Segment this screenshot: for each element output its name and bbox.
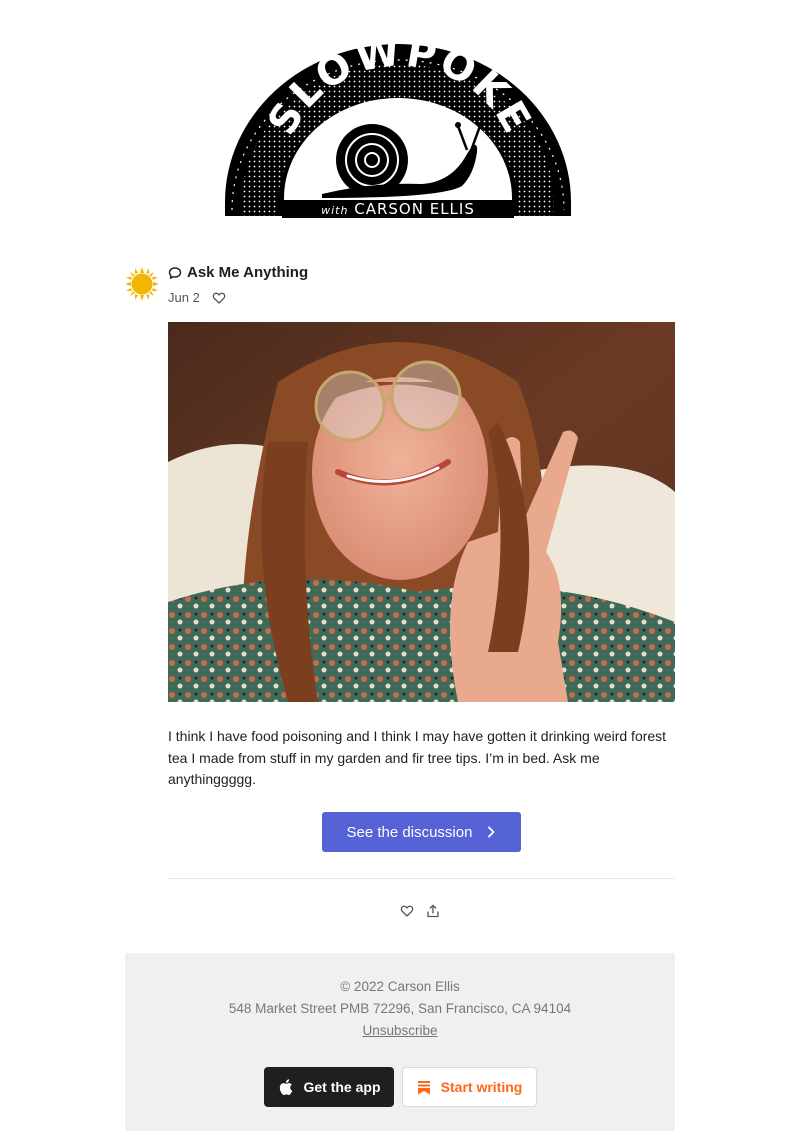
chevron-right-icon [488,826,495,838]
like-button[interactable] [400,904,414,918]
start-writing-label: Start writing [440,1079,523,1095]
speech-bubble-icon [168,266,182,279]
see-discussion-label: See the discussion [346,823,473,841]
footer-address: 548 Market Street PMB 72296, San Francis… [228,1001,572,1016]
logo-image: SLOWPOKE with CARSON ELLIS [225,28,571,218]
start-writing-button[interactable]: Start writing [402,1067,537,1107]
footer-copyright: © 2022 Carson Ellis [340,979,460,994]
get-the-app-button[interactable]: Get the app [264,1067,394,1107]
selfie-illustration [168,322,675,702]
post-date: Jun 2 [168,290,200,305]
get-the-app-label: Get the app [303,1079,381,1095]
post-body: I think I have food poisoning and I thin… [168,728,667,787]
author-avatar[interactable] [125,267,159,301]
post-photo[interactable] [168,322,675,702]
share-icon [427,904,439,918]
heart-icon [400,905,414,917]
post-actions [400,904,440,918]
heart-icon[interactable] [212,291,226,305]
post-title[interactable]: Ask Me Anything [187,264,308,281]
footer: © 2022 Carson Ellis 548 Market Street PM… [125,953,675,1131]
unsubscribe-link[interactable]: Unsubscribe [125,1023,675,1038]
post-meta: Jun 2 [168,290,226,305]
substack-bookmark-icon [417,1080,430,1094]
post-header: Ask Me Anything Jun 2 [125,262,685,312]
see-discussion-button[interactable]: See the discussion [322,812,521,852]
slowpoke-logo[interactable]: SLOWPOKE with CARSON ELLIS [222,28,574,218]
share-button[interactable] [426,904,440,918]
divider [168,878,675,879]
apple-icon [280,1079,293,1095]
post-title-row[interactable]: Ask Me Anything [168,264,308,281]
